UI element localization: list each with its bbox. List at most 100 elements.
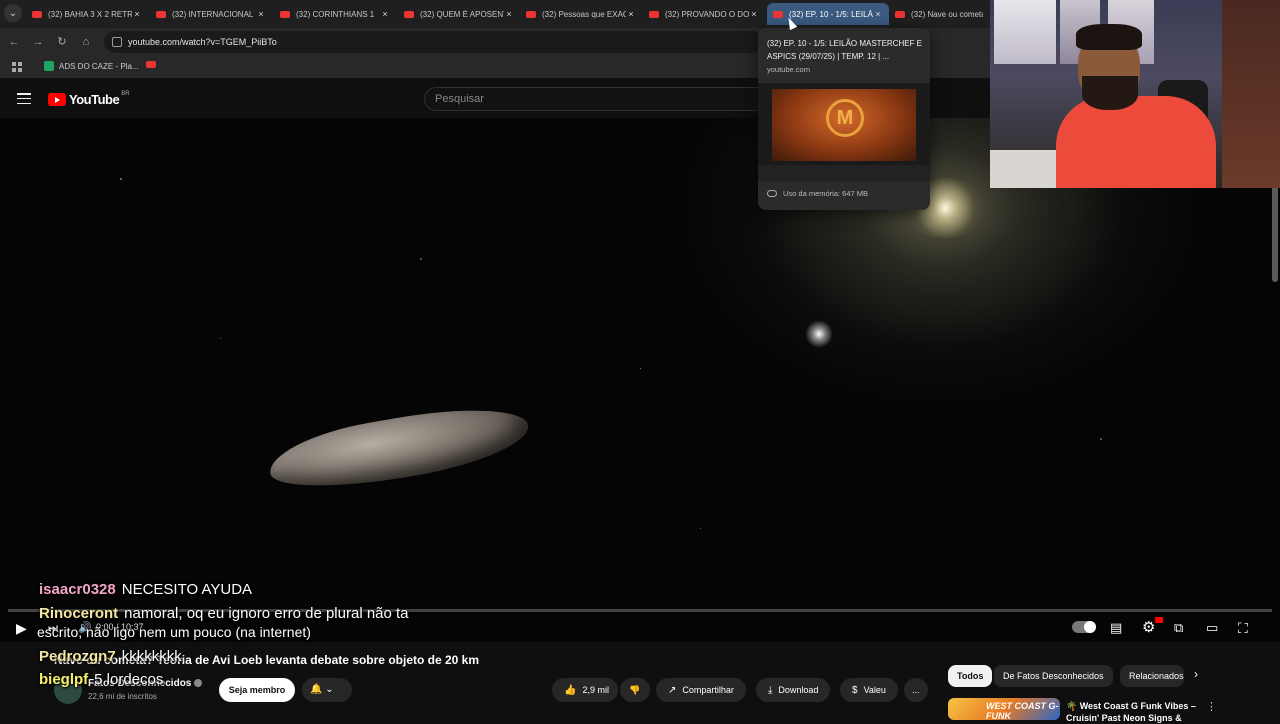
video-player[interactable] (0, 118, 1280, 642)
bookmark-label: ADS DO CAZE - Pla... (59, 61, 139, 71)
streamer-shirt (1056, 96, 1216, 188)
super-thanks-icon: $ (852, 685, 858, 696)
theater-mode-icon[interactable]: ▭ (1206, 619, 1218, 637)
download-label: Download (778, 685, 819, 695)
distant-planet (805, 320, 833, 348)
play-icon[interactable]: ▶ (16, 619, 27, 637)
verified-check-icon (194, 679, 202, 687)
chat-message: Rinoceront namoral, oq eu ignoro erro de … (39, 605, 409, 622)
chat-message: bieglpf 5 lordecos (39, 671, 163, 688)
recommended-video-title[interactable]: 🌴 West Coast G Funk Vibes – Cruisin' Pas… (1066, 700, 1206, 724)
bell-icon: 🔔 (310, 684, 323, 695)
tab-search-chevron-icon[interactable]: ⌄ (4, 4, 22, 22)
chat-text: NECESITO AYUDA (121, 581, 253, 598)
chat-text: namoral, oq eu ignoro erro de plural não… (124, 605, 409, 622)
tab-title: (32) PROVANDO O DOCE (665, 9, 749, 19)
chip-from-channel[interactable]: De Fatos Desconhecidos (994, 665, 1113, 687)
bookmark-item[interactable]: ADS DO CAZE - Pla... (44, 61, 139, 71)
chat-username: isaacr0328 (39, 581, 116, 598)
chevron-right-icon[interactable]: › (1194, 667, 1198, 681)
browser-tab[interactable]: (32) Pessoas que EXAGERAM× (520, 3, 642, 25)
browser-tab-strip: ⌄ (32) BAHIA 3 X 2 RETRANCA× (32) INTERN… (0, 0, 990, 28)
subscriber-count: 22,6 mi de inscritos (88, 692, 157, 701)
masterchef-logo: M (826, 99, 864, 137)
chat-message: isaacr0328 NECESITO AYUDA (39, 581, 252, 598)
more-actions-button[interactable]: ... (904, 678, 928, 702)
like-button[interactable]: 👍 2,9 mil (552, 678, 618, 702)
search-input[interactable]: Pesquisar (424, 87, 764, 111)
bookmark-item[interactable] (146, 61, 156, 68)
close-tab-icon[interactable]: × (626, 9, 636, 19)
chat-text: 5 lordecos (94, 671, 164, 688)
fullscreen-icon[interactable]: ⛶ (1238, 619, 1248, 637)
region-label: BR (121, 90, 130, 97)
tab-title: (32) Pessoas que EXAGERAM (542, 9, 626, 19)
notifications-button[interactable]: 🔔 ⌄ (302, 678, 352, 702)
thanks-button[interactable]: $ Valeu (840, 678, 898, 702)
forward-arrow-icon[interactable]: → (30, 34, 46, 50)
site-settings-icon[interactable] (112, 37, 122, 47)
more-vertical-icon[interactable]: ⋮ (1206, 700, 1217, 713)
hd-badge (1155, 617, 1163, 623)
browser-tab[interactable]: (32) CORINTHIANS 1 × (274, 3, 396, 25)
recommended-video-thumbnail[interactable]: WEST COAST G-FUNK (948, 698, 1060, 720)
youtube-favicon-icon (146, 61, 156, 68)
tab-title: (32) QUEM É APOSENTADO (420, 9, 504, 19)
close-tab-icon[interactable]: × (504, 9, 514, 19)
chat-username: bieglpf (39, 671, 89, 688)
youtube-favicon-icon (32, 10, 42, 18)
settings-gear-icon[interactable]: ⚙ (1142, 619, 1155, 637)
youtube-logo[interactable]: YouTube BR (48, 90, 130, 107)
wall-poster (994, 0, 1056, 64)
hover-card-title: (32) EP. 10 - 1/5: LEILÃO MASTERCHEF E A… (767, 39, 923, 61)
hover-card-thumbnail: M (758, 83, 930, 181)
download-button[interactable]: ⤓ Download (756, 678, 831, 702)
join-member-button[interactable]: Seja membro (219, 678, 295, 702)
chip-related[interactable]: Relacionados (1120, 665, 1184, 687)
miniplayer-icon[interactable]: ⧉ (1174, 619, 1183, 637)
share-button[interactable]: ↗ Compartilhar (656, 678, 746, 702)
close-tab-icon[interactable]: × (256, 9, 266, 19)
menu-icon[interactable] (17, 93, 31, 104)
streamer-beard (1082, 76, 1138, 110)
tab-title: (32) CORINTHIANS 1 (296, 9, 375, 19)
chip-all[interactable]: Todos (948, 665, 993, 687)
thumbs-up-icon: 👍 (564, 685, 577, 696)
youtube-favicon-icon (895, 10, 905, 18)
back-arrow-icon[interactable]: ← (6, 34, 22, 50)
close-tab-icon[interactable]: × (749, 9, 759, 19)
download-icon: ⤓ (768, 685, 773, 696)
url-text: youtube.com/watch?v=TGEM_PiiBTo (128, 37, 277, 47)
youtube-favicon-icon (156, 10, 166, 18)
reload-icon[interactable]: ↻ (54, 34, 70, 50)
page-scrollbar[interactable] (1272, 186, 1278, 282)
subtitles-icon[interactable]: ▤ (1110, 619, 1122, 637)
address-bar[interactable]: youtube.com/watch?v=TGEM_PiiBTo (104, 31, 764, 53)
autoplay-toggle[interactable] (1072, 621, 1096, 633)
youtube-favicon-icon (526, 10, 536, 18)
chat-message: Pedrozgn7 kkkkkkkk (39, 648, 182, 665)
tab-title: (32) BAHIA 3 X 2 RETRANCA (48, 9, 132, 19)
logo-text: YouTube (69, 92, 120, 107)
youtube-favicon-icon (404, 10, 414, 18)
browser-tab[interactable]: (32) BAHIA 3 X 2 RETRANCA× (26, 3, 148, 25)
close-tab-icon[interactable]: × (380, 9, 390, 19)
browser-tab[interactable]: (32) INTERNACIONAL × (150, 3, 272, 25)
youtube-play-logo-icon (48, 93, 66, 106)
youtube-favicon-icon (280, 10, 290, 18)
star (420, 258, 422, 260)
browser-tab[interactable]: (32) PROVANDO O DOCE× (643, 3, 765, 25)
share-arrow-icon: ↗ (668, 685, 677, 696)
browser-tab[interactable]: (32) Nave ou cometa (889, 3, 989, 25)
sheets-icon (44, 61, 54, 71)
apps-grid-icon[interactable] (12, 62, 22, 72)
browser-tab[interactable]: (32) QUEM É APOSENTADO× (398, 3, 520, 25)
memory-icon (767, 190, 777, 197)
tab-hover-card: (32) EP. 10 - 1/5: LEILÃO MASTERCHEF E A… (758, 28, 930, 210)
streamer-hair (1076, 24, 1142, 50)
home-icon[interactable]: ⌂ (78, 34, 94, 50)
chevron-down-icon: ⌄ (325, 684, 334, 695)
dislike-button[interactable]: 👎 (620, 678, 650, 702)
close-tab-icon[interactable]: × (132, 9, 142, 19)
close-tab-icon[interactable]: × (873, 9, 883, 19)
